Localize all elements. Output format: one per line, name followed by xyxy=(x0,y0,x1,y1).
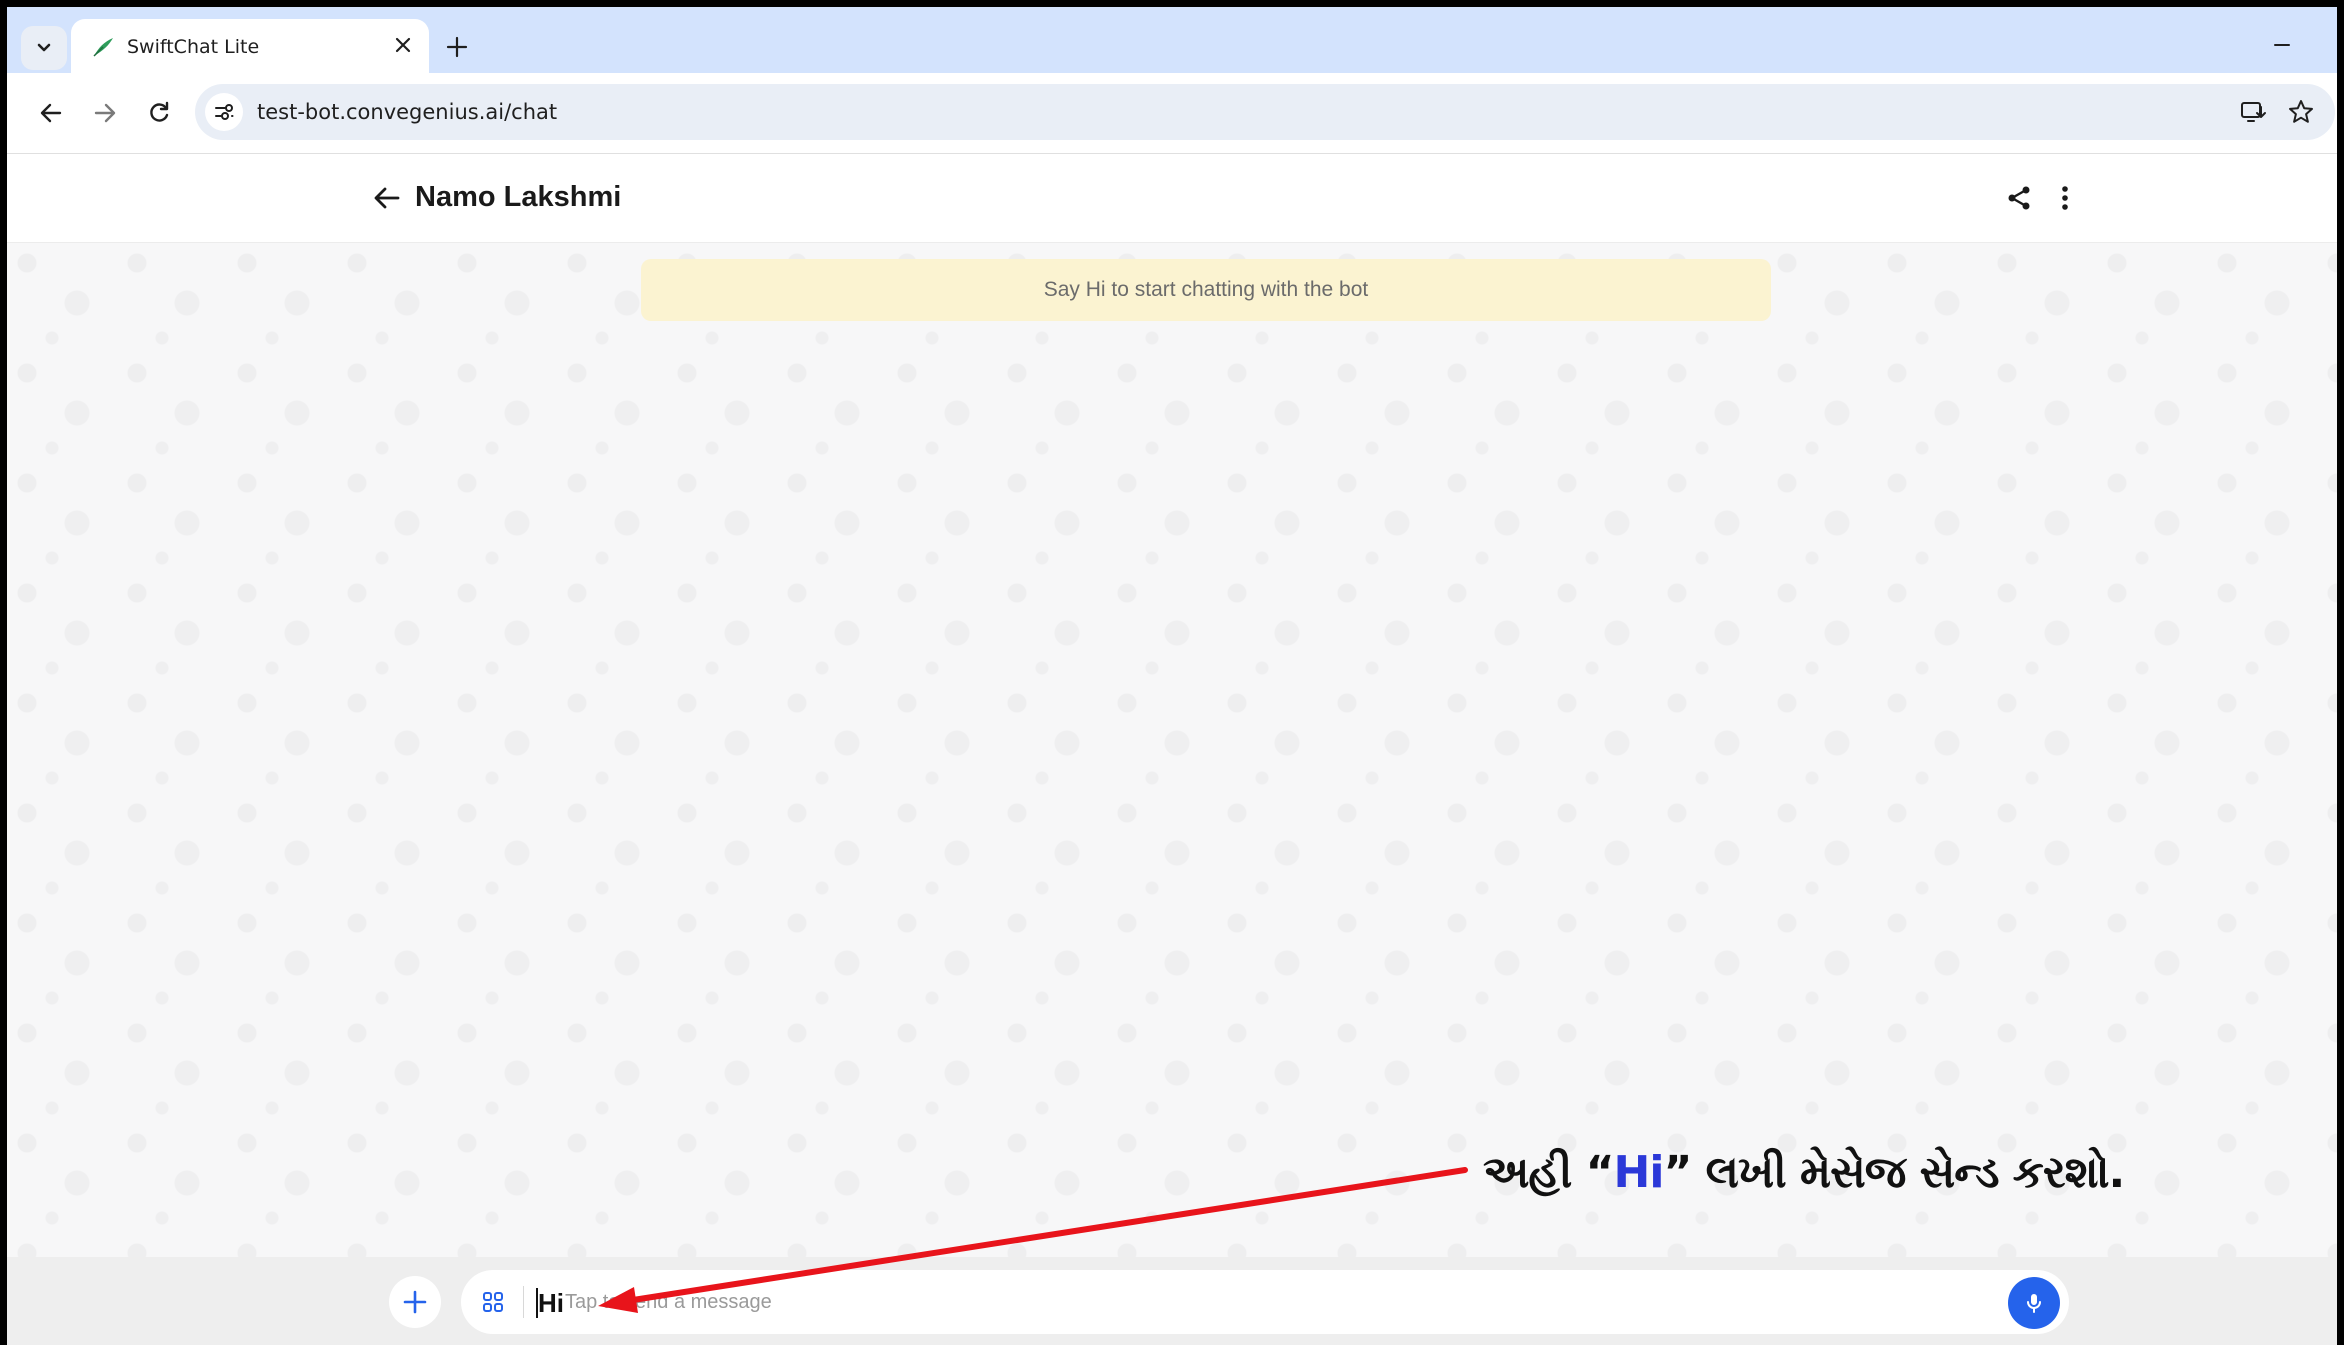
microphone-icon xyxy=(2027,1294,2041,1313)
star-icon xyxy=(2289,100,2313,123)
arrow-left-icon xyxy=(40,103,62,123)
back-nav-button[interactable] xyxy=(31,93,71,133)
close-icon xyxy=(395,37,411,53)
minimize-button[interactable] xyxy=(2257,27,2307,57)
share-button[interactable] xyxy=(2001,180,2037,216)
arrow-right-icon xyxy=(94,103,116,123)
tab-search-button[interactable] xyxy=(21,26,67,70)
address-bar[interactable]: test-bot.convegenius.ai/chat xyxy=(195,84,2335,140)
plus-icon xyxy=(446,36,468,58)
grid-icon xyxy=(483,1292,503,1312)
tab-strip: SwiftChat Lite xyxy=(7,7,2337,73)
more-options-button[interactable] xyxy=(2047,180,2083,216)
annotation-suffix: ” લખી મેસેજ સેન્ડ કરશો. xyxy=(1663,1147,2125,1198)
forward-nav-button[interactable] xyxy=(85,93,125,133)
reload-icon xyxy=(150,101,169,122)
input-divider xyxy=(523,1286,524,1318)
browser-window: SwiftChat Lite test-bot.convegenius.ai/c… xyxy=(7,7,2337,1345)
chat-header: Namo Lakshmi xyxy=(7,154,2337,243)
swiftchat-leaf-icon xyxy=(93,38,113,57)
bookmark-button[interactable] xyxy=(2283,94,2319,130)
chat-back-button[interactable] xyxy=(369,180,405,216)
attach-button[interactable] xyxy=(389,1276,441,1328)
new-tab-button[interactable] xyxy=(437,27,477,67)
instruction-annotation: અહી “Hi” લખી મેસેજ સેન્ડ કરશો. xyxy=(1483,1147,2125,1198)
site-info-button[interactable] xyxy=(205,93,243,131)
tab-title: SwiftChat Lite xyxy=(127,36,260,58)
text-caret xyxy=(536,1288,538,1318)
bot-name: Namo Lakshmi xyxy=(415,181,622,213)
start-chat-banner: Say Hi to start chatting with the bot xyxy=(641,259,1771,321)
arrow-left-icon xyxy=(374,187,400,209)
plus-icon xyxy=(403,1290,427,1314)
tune-icon xyxy=(215,104,234,120)
voice-input-button[interactable] xyxy=(2008,1277,2060,1329)
install-app-button[interactable] xyxy=(2235,94,2271,130)
close-tab-button[interactable] xyxy=(386,28,420,62)
chat-messages-area: Say Hi to start chatting with the bot અહ… xyxy=(7,243,2337,1257)
chevron-down-icon xyxy=(37,43,51,52)
typed-text: Hi xyxy=(538,1288,564,1318)
message-placeholder: Tap to send a message xyxy=(565,1291,772,1313)
reload-button[interactable] xyxy=(139,93,179,133)
share-icon xyxy=(2008,186,2030,210)
browser-tab[interactable]: SwiftChat Lite xyxy=(71,19,429,73)
apps-button[interactable] xyxy=(475,1284,511,1320)
minimize-icon xyxy=(2274,44,2290,46)
more-vertical-icon xyxy=(2062,186,2068,210)
annotation-highlight: Hi xyxy=(1613,1147,1665,1198)
install-app-icon xyxy=(2241,102,2266,122)
annotation-prefix: અહી “ xyxy=(1483,1147,1615,1198)
url-text: test-bot.convegenius.ai/chat xyxy=(257,100,558,124)
message-composer: Tap to send a message Hi xyxy=(7,1257,2337,1345)
message-input[interactable]: Tap to send a message Hi xyxy=(461,1270,2069,1334)
browser-toolbar: test-bot.convegenius.ai/chat xyxy=(7,73,2337,154)
